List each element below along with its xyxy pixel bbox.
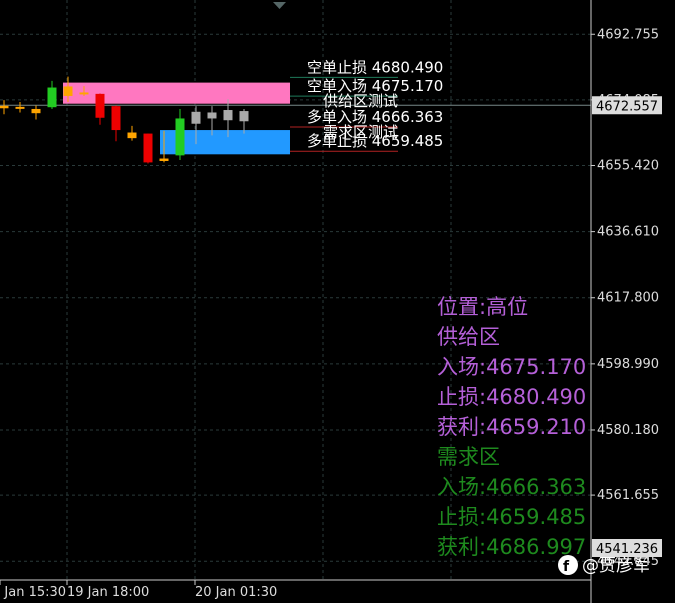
panel-supply-title: 供给区	[437, 325, 500, 349]
candle-body-0	[0, 105, 9, 109]
candle-body-4	[63, 86, 73, 96]
y-tick-label-5: 4598.990	[597, 357, 659, 372]
y-tick-label-6: 4580.180	[597, 423, 659, 438]
x-tick-label-0: 9 Jan 15:30	[0, 585, 66, 600]
candle-body-15	[239, 111, 249, 122]
candle-body-6	[95, 93, 105, 118]
current-price-label: 4672.557	[596, 99, 658, 114]
panel-supply-entry: 入场:4675.170	[437, 355, 586, 379]
candle-body-3	[47, 87, 57, 108]
candle-body-1	[15, 106, 25, 109]
y-tick-label-3: 4636.610	[597, 225, 659, 240]
panel-demand-target: 获利:4686.997	[437, 535, 586, 559]
panel-position: 位置:高位	[437, 295, 528, 319]
watermark: f @贾彦军	[558, 555, 650, 576]
panel-demand-stop: 止损:4659.485	[437, 505, 586, 529]
panel-supply-target: 获利:4659.210	[437, 415, 586, 439]
candle-body-13	[207, 112, 217, 119]
candle-body-8	[127, 132, 137, 139]
x-tick-label-2: 20 Jan 01:30	[195, 585, 277, 600]
candle-body-10	[159, 158, 169, 161]
zone-test-label-0: 供给区测试	[323, 92, 398, 110]
weibo-icon-glyph: f	[563, 559, 570, 575]
candle-body-7	[111, 106, 121, 131]
x-tick-label-1: 19 Jan 18:00	[67, 585, 149, 600]
panel-supply-stop: 止损:4680.490	[437, 385, 586, 409]
chart-window: 空单止损 4680.490 空单入场 4675.170 多单入场 4666.363 多…	[0, 0, 675, 603]
candle-body-9	[143, 133, 153, 163]
panel-demand-title: 需求区	[437, 445, 500, 469]
y-tick-label-2: 4655.420	[597, 158, 659, 173]
level-label-0: 空单止损 4680.490	[307, 58, 443, 76]
y-tick-label-7: 4561.655	[597, 488, 659, 503]
candle-body-5	[79, 92, 89, 95]
price-chart[interactable]: 空单止损 4680.490空单入场 4675.170多单入场 4666.363多…	[0, 0, 675, 603]
candle-body-14	[223, 110, 233, 121]
candle-body-2	[31, 108, 41, 114]
candle-body-12	[191, 111, 201, 124]
candle-body-11	[175, 118, 185, 156]
y-tick-label-4: 4617.800	[597, 291, 659, 306]
bottom-price-label: 4541.236	[596, 542, 658, 557]
watermark-text: @贾彦军	[582, 556, 650, 576]
zone-test-label-1: 需求区测试	[323, 123, 398, 141]
panel-demand-entry: 入场:4666.363	[437, 475, 586, 499]
y-tick-label-0: 4692.755	[597, 27, 659, 42]
